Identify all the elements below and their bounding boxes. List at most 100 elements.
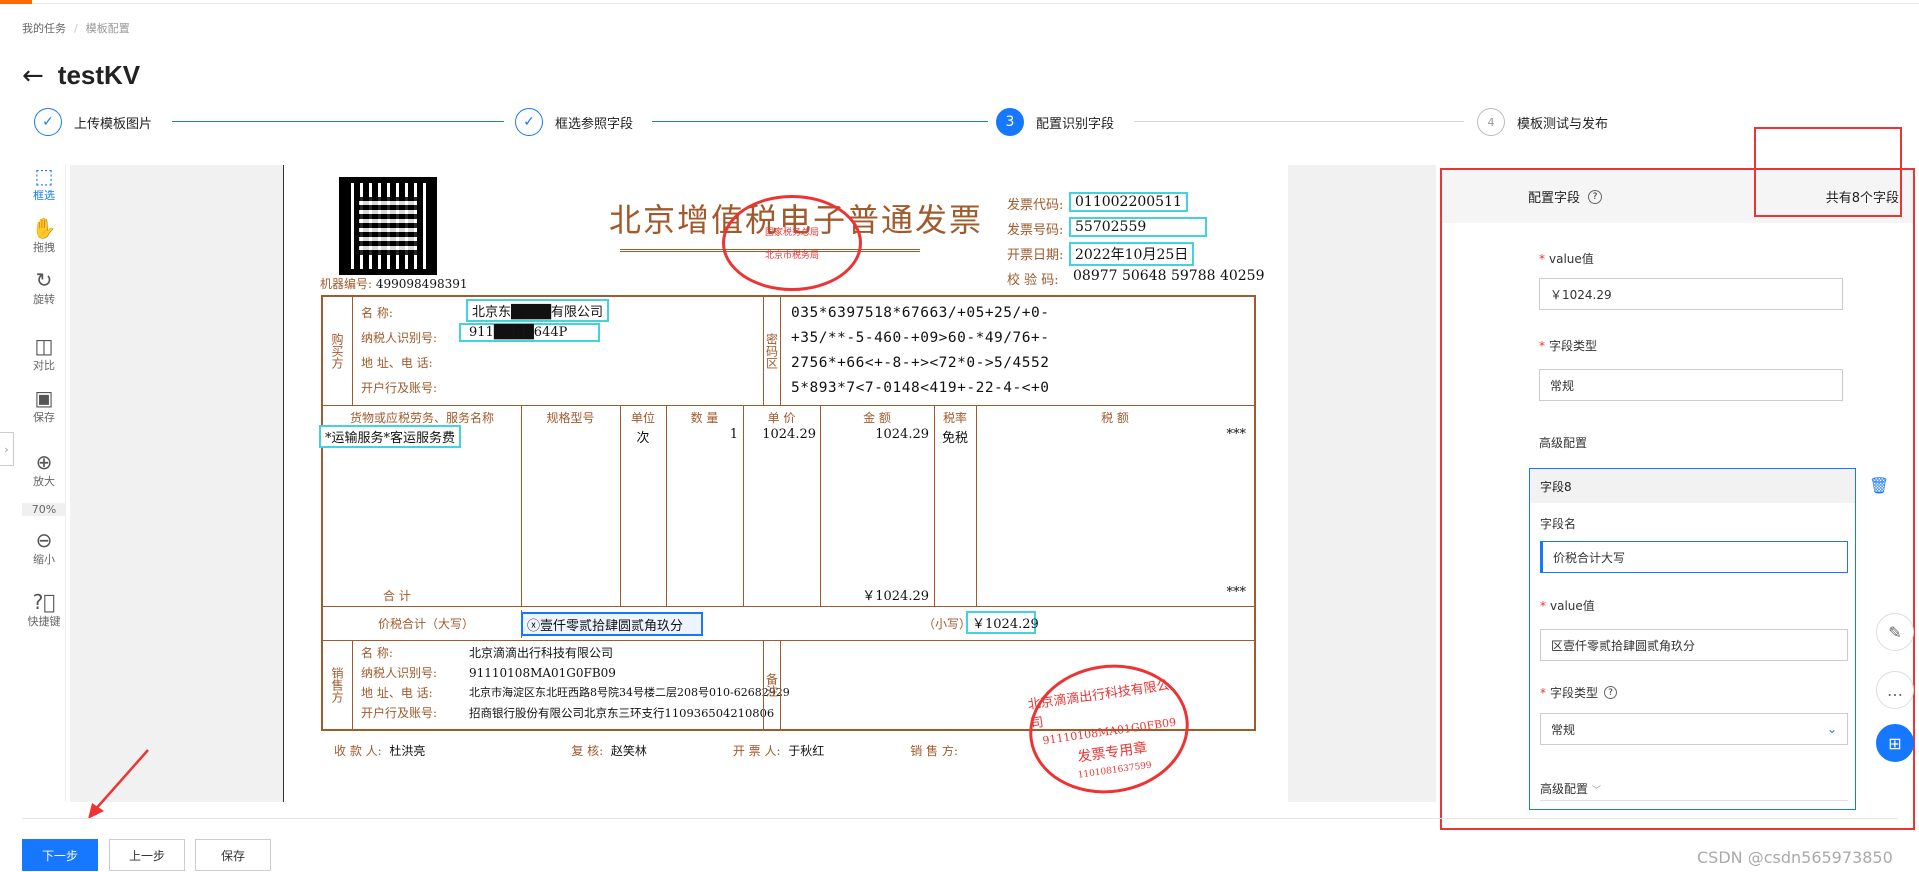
tool-drag[interactable]: ✋ 拖拽 (22, 217, 66, 255)
col-unit-header: 单位 (630, 411, 655, 425)
select-box-icon: ⬚ (34, 164, 54, 188)
tool-label: 拖拽 (33, 241, 55, 254)
panel-title: 配置字段 (1528, 191, 1581, 206)
qr-code-icon (339, 177, 437, 275)
tool-label: 放大 (33, 475, 55, 488)
step-label: 配置识别字段 (1036, 116, 1115, 132)
step-4: 4 模板测试与发布 (1477, 108, 1608, 136)
item-amount: 1024.29 (875, 427, 929, 442)
machine-number: 机器编号: 499098498391 (320, 277, 468, 291)
tool-label: 缩小 (33, 553, 55, 566)
item-name-field[interactable]: *运输服务*客运服务费 (319, 425, 462, 448)
tool-save[interactable]: ▣ 保存 (22, 387, 66, 425)
annotation-arrow-icon (88, 749, 149, 819)
seller-values: 北京滴滴出行科技有限公司 91110108MA01G0FB09 北京市海淀区东北旺西… (469, 646, 790, 720)
invoice-code-field[interactable]: 011002200511 (1069, 192, 1188, 212)
page-header: ← testKV (22, 60, 140, 91)
config-panel: 配置字段? 共有8个字段 * value值 ￥1024.29 * 字段类型 常规 高… (1440, 127, 1915, 830)
buyer-name-field[interactable]: 北京东████有限公司 (466, 299, 609, 322)
help-icon[interactable]: ? (1588, 189, 1603, 204)
breadcrumb-current: 模板配置 (85, 22, 130, 35)
invoice-meta-labels: 发票代码: 发票号码: 开票日期: 校 验 码: (1007, 198, 1064, 288)
invoice-date-field[interactable]: 2022年10月25日 (1069, 242, 1195, 266)
step-3: 3 配置识别字段 (996, 108, 1114, 136)
help-icon[interactable]: ? (1604, 686, 1618, 699)
field-value-input[interactable]: 区壹仟零贰拾肆圆贰角玖分 (1540, 629, 1848, 661)
edit-icon[interactable]: ✎ (1876, 613, 1914, 651)
value-input[interactable]: ￥1024.29 (1539, 278, 1843, 310)
col-qty-header: 数 量 (690, 411, 719, 425)
step-number: 4 (1477, 108, 1505, 136)
col-spec-header: 规格型号 (546, 411, 595, 425)
seller-labels: 名 称: 纳税人识别号: 地 址、电 话: 开户行及账号: (361, 646, 438, 720)
step-connector (172, 121, 504, 122)
prev-step-button[interactable]: 上一步 (109, 839, 185, 871)
field-name-label: 字段名 (1540, 517, 1577, 531)
invoice-image[interactable]: 机器编号: 499098498391 北京增值税电子普通发票 国家税务总局 北京市… (283, 165, 1288, 804)
field-type-select[interactable]: 常规 ⌄ (1540, 713, 1848, 745)
buyer-labels: 名 称: 纳税人识别号: 地 址、电 话: 开户行及账号: (361, 306, 438, 395)
total-small-field[interactable]: ￥1024.29 (966, 611, 1039, 634)
tool-label: 保存 (33, 411, 55, 424)
field-card: 字段8 字段名 价税合计大写 * value值 区壹仟零贰拾肆圆贰角玖分 * 字段类… (1529, 468, 1856, 810)
comment-icon[interactable]: … (1876, 671, 1914, 709)
col-tax-header: 税 额 (1101, 411, 1129, 425)
hand-drag-icon: ✋ (31, 216, 57, 240)
trash-icon[interactable]: 🗑 (1869, 476, 1889, 495)
step-1: ✓ 上传模板图片 (34, 108, 152, 136)
tool-shortcuts[interactable]: ?⃝ 快捷键 (22, 591, 66, 629)
sum-label: 合 计 (383, 589, 411, 603)
check-icon: ✓ (34, 108, 62, 136)
buyer-tax-field[interactable]: 911████644P (459, 323, 600, 342)
col-amount-header: 金 额 (863, 411, 891, 425)
field-value-label: * value值 (1540, 599, 1595, 613)
step-number: 3 (996, 108, 1024, 136)
field-card-title: 字段8 (1530, 469, 1855, 503)
total-words-field-selected[interactable]: ⓧ壹仟零贰拾肆圆贰角玖分 (521, 612, 703, 636)
tool-zoom-in[interactable]: ⊕ 放大 (22, 451, 66, 489)
breadcrumb-separator: / (74, 21, 78, 35)
step-connector (1134, 121, 1464, 122)
item-rate: 免税 (941, 431, 968, 446)
footer-divider (22, 818, 1898, 819)
zoom-level: 70% (22, 503, 66, 516)
zoom-in-icon: ⊕ (35, 450, 53, 474)
breadcrumb-home[interactable]: 我的任务 (22, 20, 66, 36)
tool-label: 快捷键 (27, 615, 61, 628)
sum-tax: *** (1226, 585, 1247, 600)
tool-rotate[interactable]: ↻ 旋转 (22, 269, 66, 307)
save-button[interactable]: 保存 (195, 839, 271, 871)
zoom-out-icon: ⊖ (35, 528, 53, 552)
type-select[interactable]: 常规 (1539, 369, 1843, 401)
step-2: ✓ 框选参照字段 (515, 108, 633, 136)
zoom-level-text: 70% (31, 503, 57, 516)
field-name-input[interactable]: 价税合计大写 (1540, 541, 1848, 573)
small-total-label: （小写） (923, 617, 972, 631)
watermark: CSDN @csdn565973850 (1697, 848, 1893, 867)
compare-icon: ◫ (34, 334, 54, 358)
tool-compare[interactable]: ◫ 对比 (22, 335, 66, 373)
field-advanced-toggle[interactable]: 高级配置 ﹀ (1540, 780, 1848, 801)
tool-zoom-out[interactable]: ⊖ 缩小 (22, 529, 66, 567)
field-type-label: * 字段类型? (1540, 684, 1618, 701)
back-arrow-icon[interactable]: ← (22, 63, 44, 89)
step-label: 上传模板图片 (74, 116, 153, 132)
step-connector (652, 121, 988, 122)
next-step-button[interactable]: 下一步 (22, 839, 98, 871)
collapse-arrow-icon[interactable]: › (0, 432, 14, 466)
value-label: * value值 (1539, 252, 1594, 266)
field-type-value: 常规 (1551, 722, 1576, 737)
item-qty: 1 (729, 427, 738, 442)
apps-grid-icon[interactable]: ⊞ (1876, 724, 1914, 762)
tool-label: 对比 (33, 359, 55, 372)
chevron-down-icon: ﹀ (1591, 786, 1601, 796)
advanced-config-link[interactable]: 高级配置 (1539, 434, 1587, 451)
invoice-signatures: 收 款 人: 杜洪亮 复 核: 赵笑林 开 票 人: 于秋红 销 售 方: (334, 744, 958, 758)
tool-select[interactable]: ⬚ 框选 (22, 165, 66, 203)
invoice-number-field[interactable]: 55702559 (1069, 217, 1207, 237)
col-rate-header: 税率 (942, 411, 967, 425)
seller-side-label: 销售方 (323, 640, 353, 729)
help-icon: ?⃝ (32, 590, 56, 614)
step-label: 框选参照字段 (555, 116, 634, 132)
type-label: * 字段类型 (1539, 339, 1598, 353)
